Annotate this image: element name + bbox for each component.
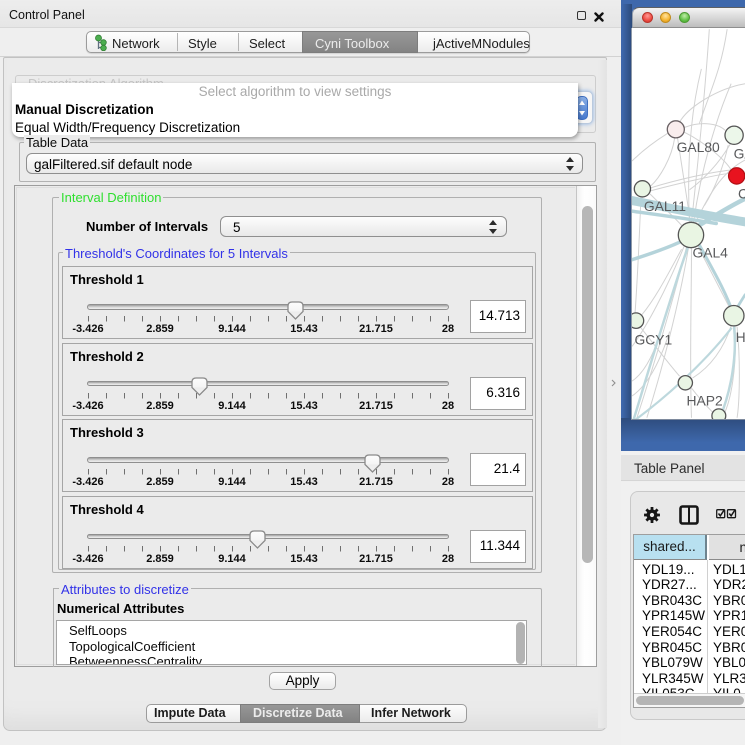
svg-text:GAL80: GAL80 — [677, 139, 720, 155]
svg-text:GA: GA — [734, 146, 745, 162]
svg-text:GCY1: GCY1 — [634, 331, 672, 347]
svg-text:H: H — [736, 329, 745, 345]
svg-text:GAL4: GAL4 — [692, 245, 728, 261]
svg-text:HAP2: HAP2 — [687, 392, 723, 408]
svg-text:C: C — [738, 186, 745, 202]
svg-text:GAL11: GAL11 — [644, 198, 686, 214]
